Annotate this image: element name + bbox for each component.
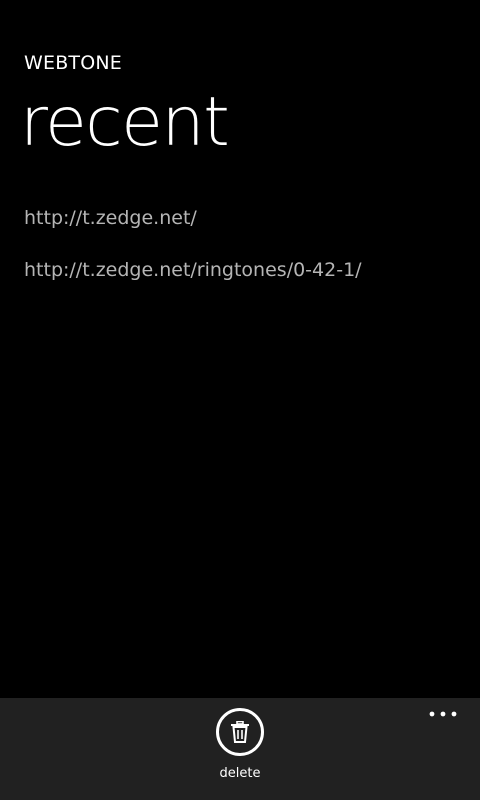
delete-button[interactable]: delete: [206, 708, 274, 781]
recent-url-item[interactable]: http://t.zedge.net/: [24, 205, 464, 231]
recent-list: http://t.zedge.net/ http://t.zedge.net/r…: [24, 205, 464, 309]
page-title: recent: [20, 83, 230, 162]
delete-label: delete: [219, 766, 261, 781]
recent-url-item[interactable]: http://t.zedge.net/ringtones/0-42-1/: [24, 257, 464, 283]
more-options-button[interactable]: [418, 702, 468, 726]
delete-button-circle: [216, 708, 264, 756]
application-bar: delete: [0, 698, 480, 800]
ellipsis-icon: [429, 711, 457, 717]
app-title: WEBTONE: [24, 52, 123, 74]
trash-icon: [231, 721, 249, 743]
